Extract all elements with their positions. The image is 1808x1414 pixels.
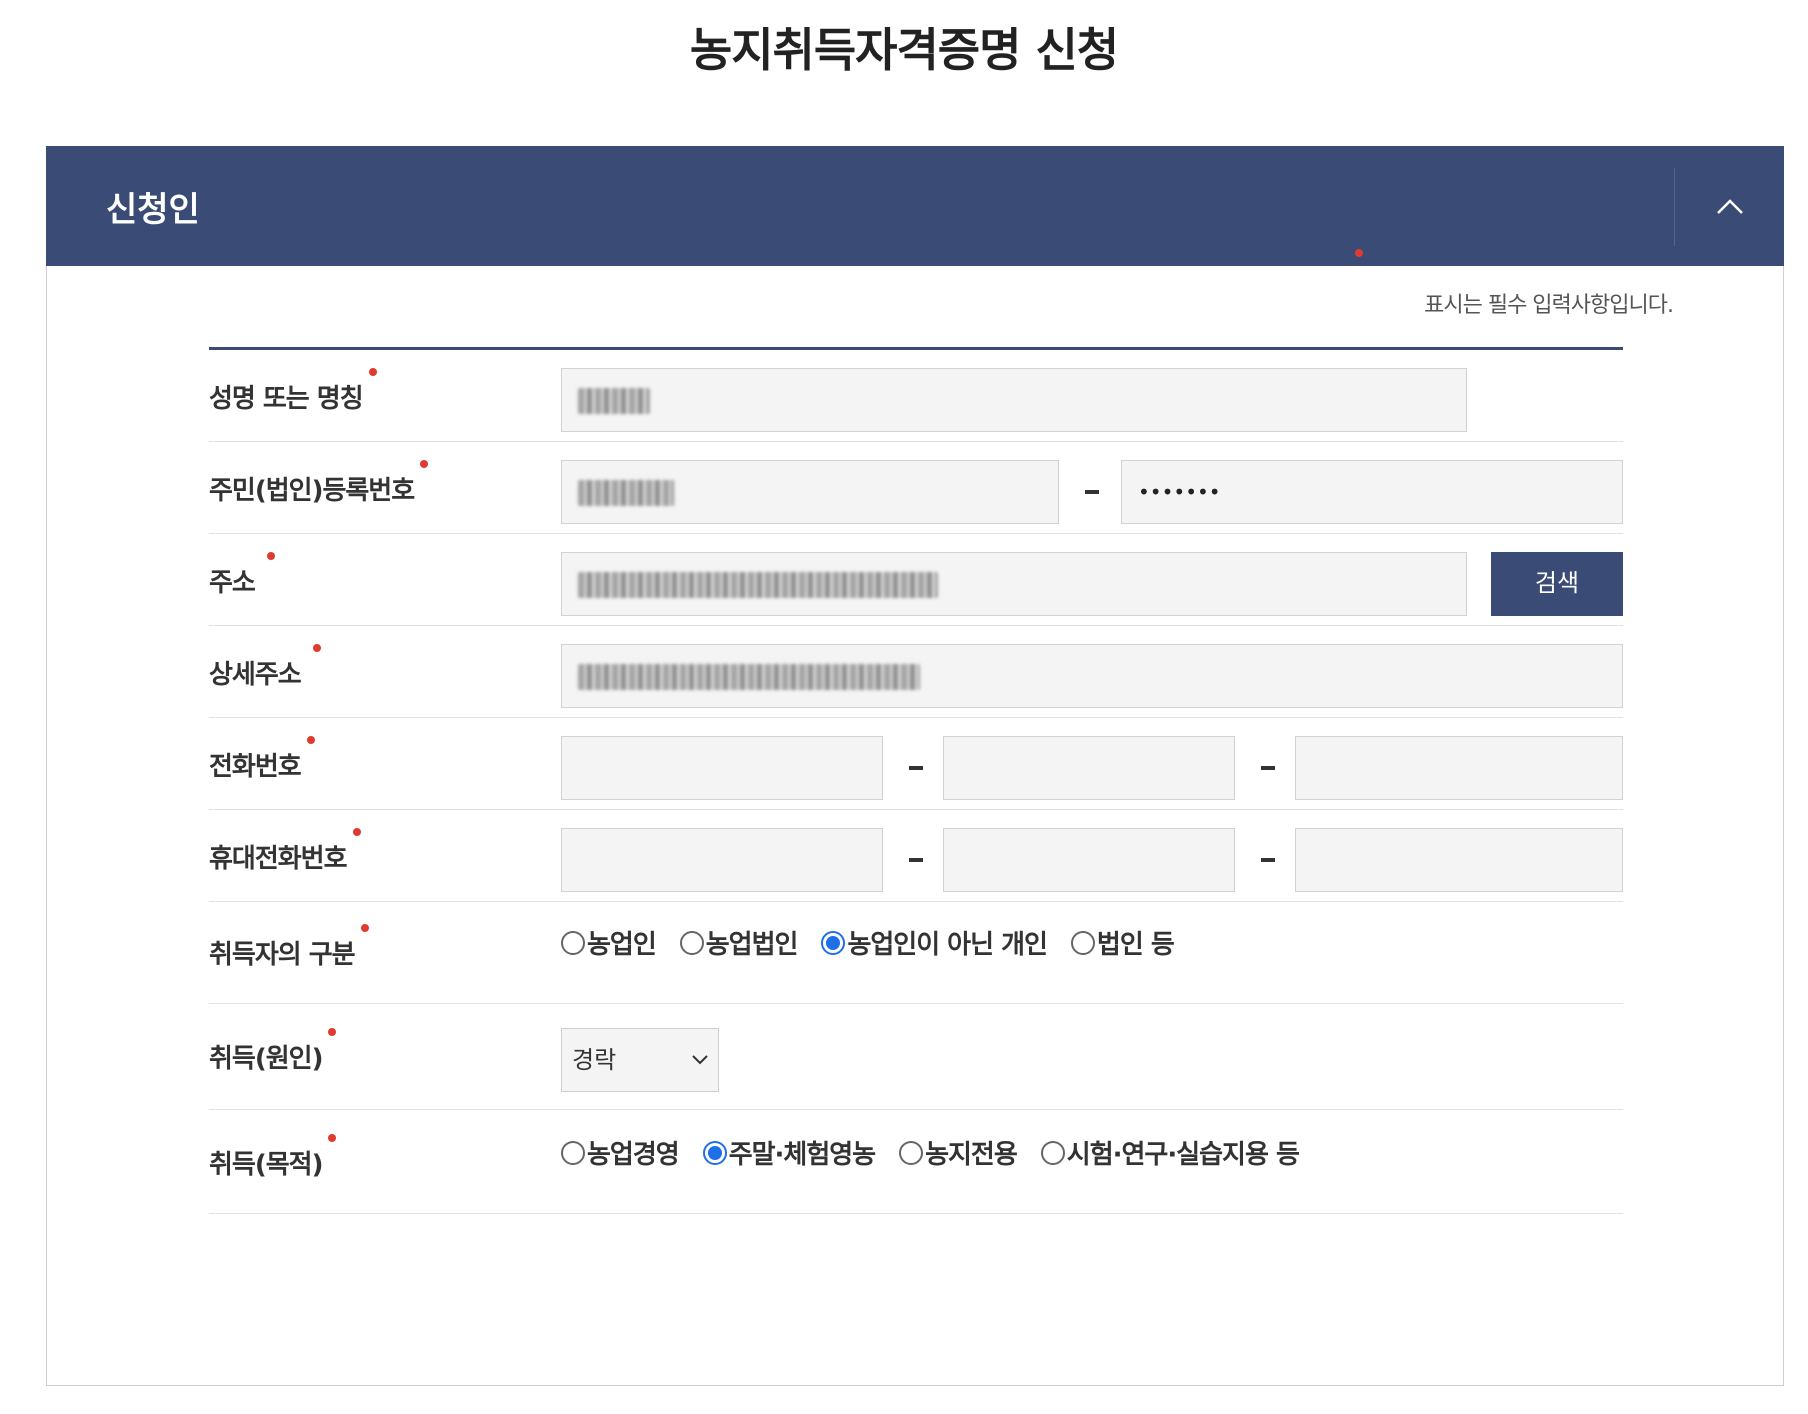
- dash-separator: [1261, 858, 1275, 862]
- address-search-button[interactable]: 검색: [1491, 552, 1623, 616]
- acquire-purpose-option[interactable]: 시험·연구·실습지용 등: [1040, 1134, 1300, 1171]
- radio-button-checked[interactable]: [702, 1140, 727, 1165]
- required-dot: [306, 736, 315, 744]
- required-dot: [352, 828, 361, 836]
- chevron-down-icon: [692, 1055, 708, 1065]
- radio-button[interactable]: [561, 1140, 585, 1165]
- dash-separator: [909, 858, 923, 862]
- name-row: 성명 또는 명칭: [209, 350, 1623, 442]
- applicant-panel: 신청인 표시는 필수 입력사항입니다. 성명 또는 명칭 주민(법인)등록번호: [46, 146, 1784, 1386]
- required-dot: [328, 1134, 337, 1142]
- acquirer-type-radio-group: 농업인 농업법인 농업인이 아닌 개인 법인 등: [561, 924, 1198, 961]
- masked-value: [578, 388, 650, 414]
- required-dot: [266, 552, 275, 560]
- dash-separator: [1085, 490, 1099, 494]
- reg-number-front-input[interactable]: [561, 460, 1059, 524]
- acquirer-type-option[interactable]: 농업인: [561, 924, 657, 961]
- acquirer-type-option[interactable]: 농업법인: [679, 924, 798, 961]
- address-row: 주소 검색: [209, 534, 1623, 626]
- required-dot: [1355, 249, 1363, 257]
- phone-row: 전화번호: [209, 718, 1623, 810]
- name-input[interactable]: [561, 368, 1467, 432]
- acquire-purpose-radio-group: 농업경영 주말·체험영농 농지전용 시험·연구·실습지용 등: [561, 1134, 1323, 1171]
- panel-header: 신청인: [46, 146, 1784, 266]
- acquire-purpose-option[interactable]: 농지전용: [899, 1134, 1018, 1171]
- name-label: 성명 또는 명칭: [209, 368, 377, 415]
- masked-value: [578, 572, 938, 598]
- required-dot: [328, 1028, 337, 1036]
- mobile-last-input[interactable]: [1295, 828, 1623, 892]
- mobile-row: 휴대전화번호: [209, 810, 1623, 902]
- dash-separator: [909, 766, 923, 770]
- masked-value: [578, 664, 920, 690]
- acquirer-type-label: 취득자의 구분: [209, 924, 369, 971]
- mobile-prefix-input[interactable]: [561, 828, 883, 892]
- radio-button[interactable]: [899, 1140, 924, 1165]
- address-detail-input[interactable]: [561, 644, 1623, 708]
- acquire-purpose-row: 취득(목적) 농업경영 주말·체험영농 농지전용 시험·연구·실습지용 등: [209, 1110, 1623, 1214]
- radio-button[interactable]: [1070, 930, 1095, 955]
- radio-button[interactable]: [1040, 1140, 1065, 1165]
- phone-label: 전화번호: [209, 736, 315, 783]
- acquire-cause-select[interactable]: 경락: [561, 1028, 719, 1092]
- required-dot: [312, 644, 321, 652]
- reg-number-label: 주민(법인)등록번호: [209, 460, 429, 507]
- dash-separator: [1261, 766, 1275, 770]
- address-input[interactable]: [561, 552, 1467, 616]
- required-dot: [420, 460, 429, 468]
- address-detail-row: 상세주소: [209, 626, 1623, 718]
- address-label: 주소: [209, 552, 275, 599]
- masked-value: [578, 480, 674, 506]
- collapse-button[interactable]: [1676, 146, 1784, 266]
- required-dot: [368, 368, 377, 376]
- radio-button[interactable]: [561, 930, 585, 955]
- acquirer-type-row: 취득자의 구분 농업인 농업법인 농업인이 아닌 개인 법인 등: [209, 902, 1623, 1004]
- chevron-up-icon: [1717, 199, 1743, 214]
- acquirer-type-option[interactable]: 농업인이 아닌 개인: [821, 924, 1048, 961]
- header-divider: [1674, 168, 1675, 246]
- mobile-label: 휴대전화번호: [209, 828, 361, 875]
- panel-title: 신청인: [106, 190, 200, 230]
- acquire-cause-label: 취득(원인): [209, 1028, 337, 1075]
- reg-number-row: 주민(법인)등록번호 •••••••: [209, 442, 1623, 534]
- page-title: 농지취득자격증명 신청: [689, 23, 1119, 77]
- radio-button-checked[interactable]: [821, 930, 846, 955]
- acquire-cause-row: 취득(원인) 경락: [209, 1004, 1623, 1110]
- acquire-purpose-option[interactable]: 주말·체험영농: [702, 1134, 876, 1171]
- phone-middle-input[interactable]: [943, 736, 1235, 800]
- mobile-middle-input[interactable]: [943, 828, 1235, 892]
- acquire-purpose-option[interactable]: 농업경영: [561, 1134, 680, 1171]
- phone-area-input[interactable]: [561, 736, 883, 800]
- acquirer-type-option[interactable]: 법인 등: [1070, 924, 1175, 961]
- required-note: 표시는 필수 입력사항입니다.: [1424, 293, 1674, 318]
- phone-last-input[interactable]: [1295, 736, 1623, 800]
- radio-button[interactable]: [679, 930, 704, 955]
- required-dot: [360, 924, 369, 932]
- reg-number-back-input[interactable]: •••••••: [1121, 460, 1623, 524]
- address-detail-label: 상세주소: [209, 644, 321, 691]
- acquire-purpose-label: 취득(목적): [209, 1134, 337, 1181]
